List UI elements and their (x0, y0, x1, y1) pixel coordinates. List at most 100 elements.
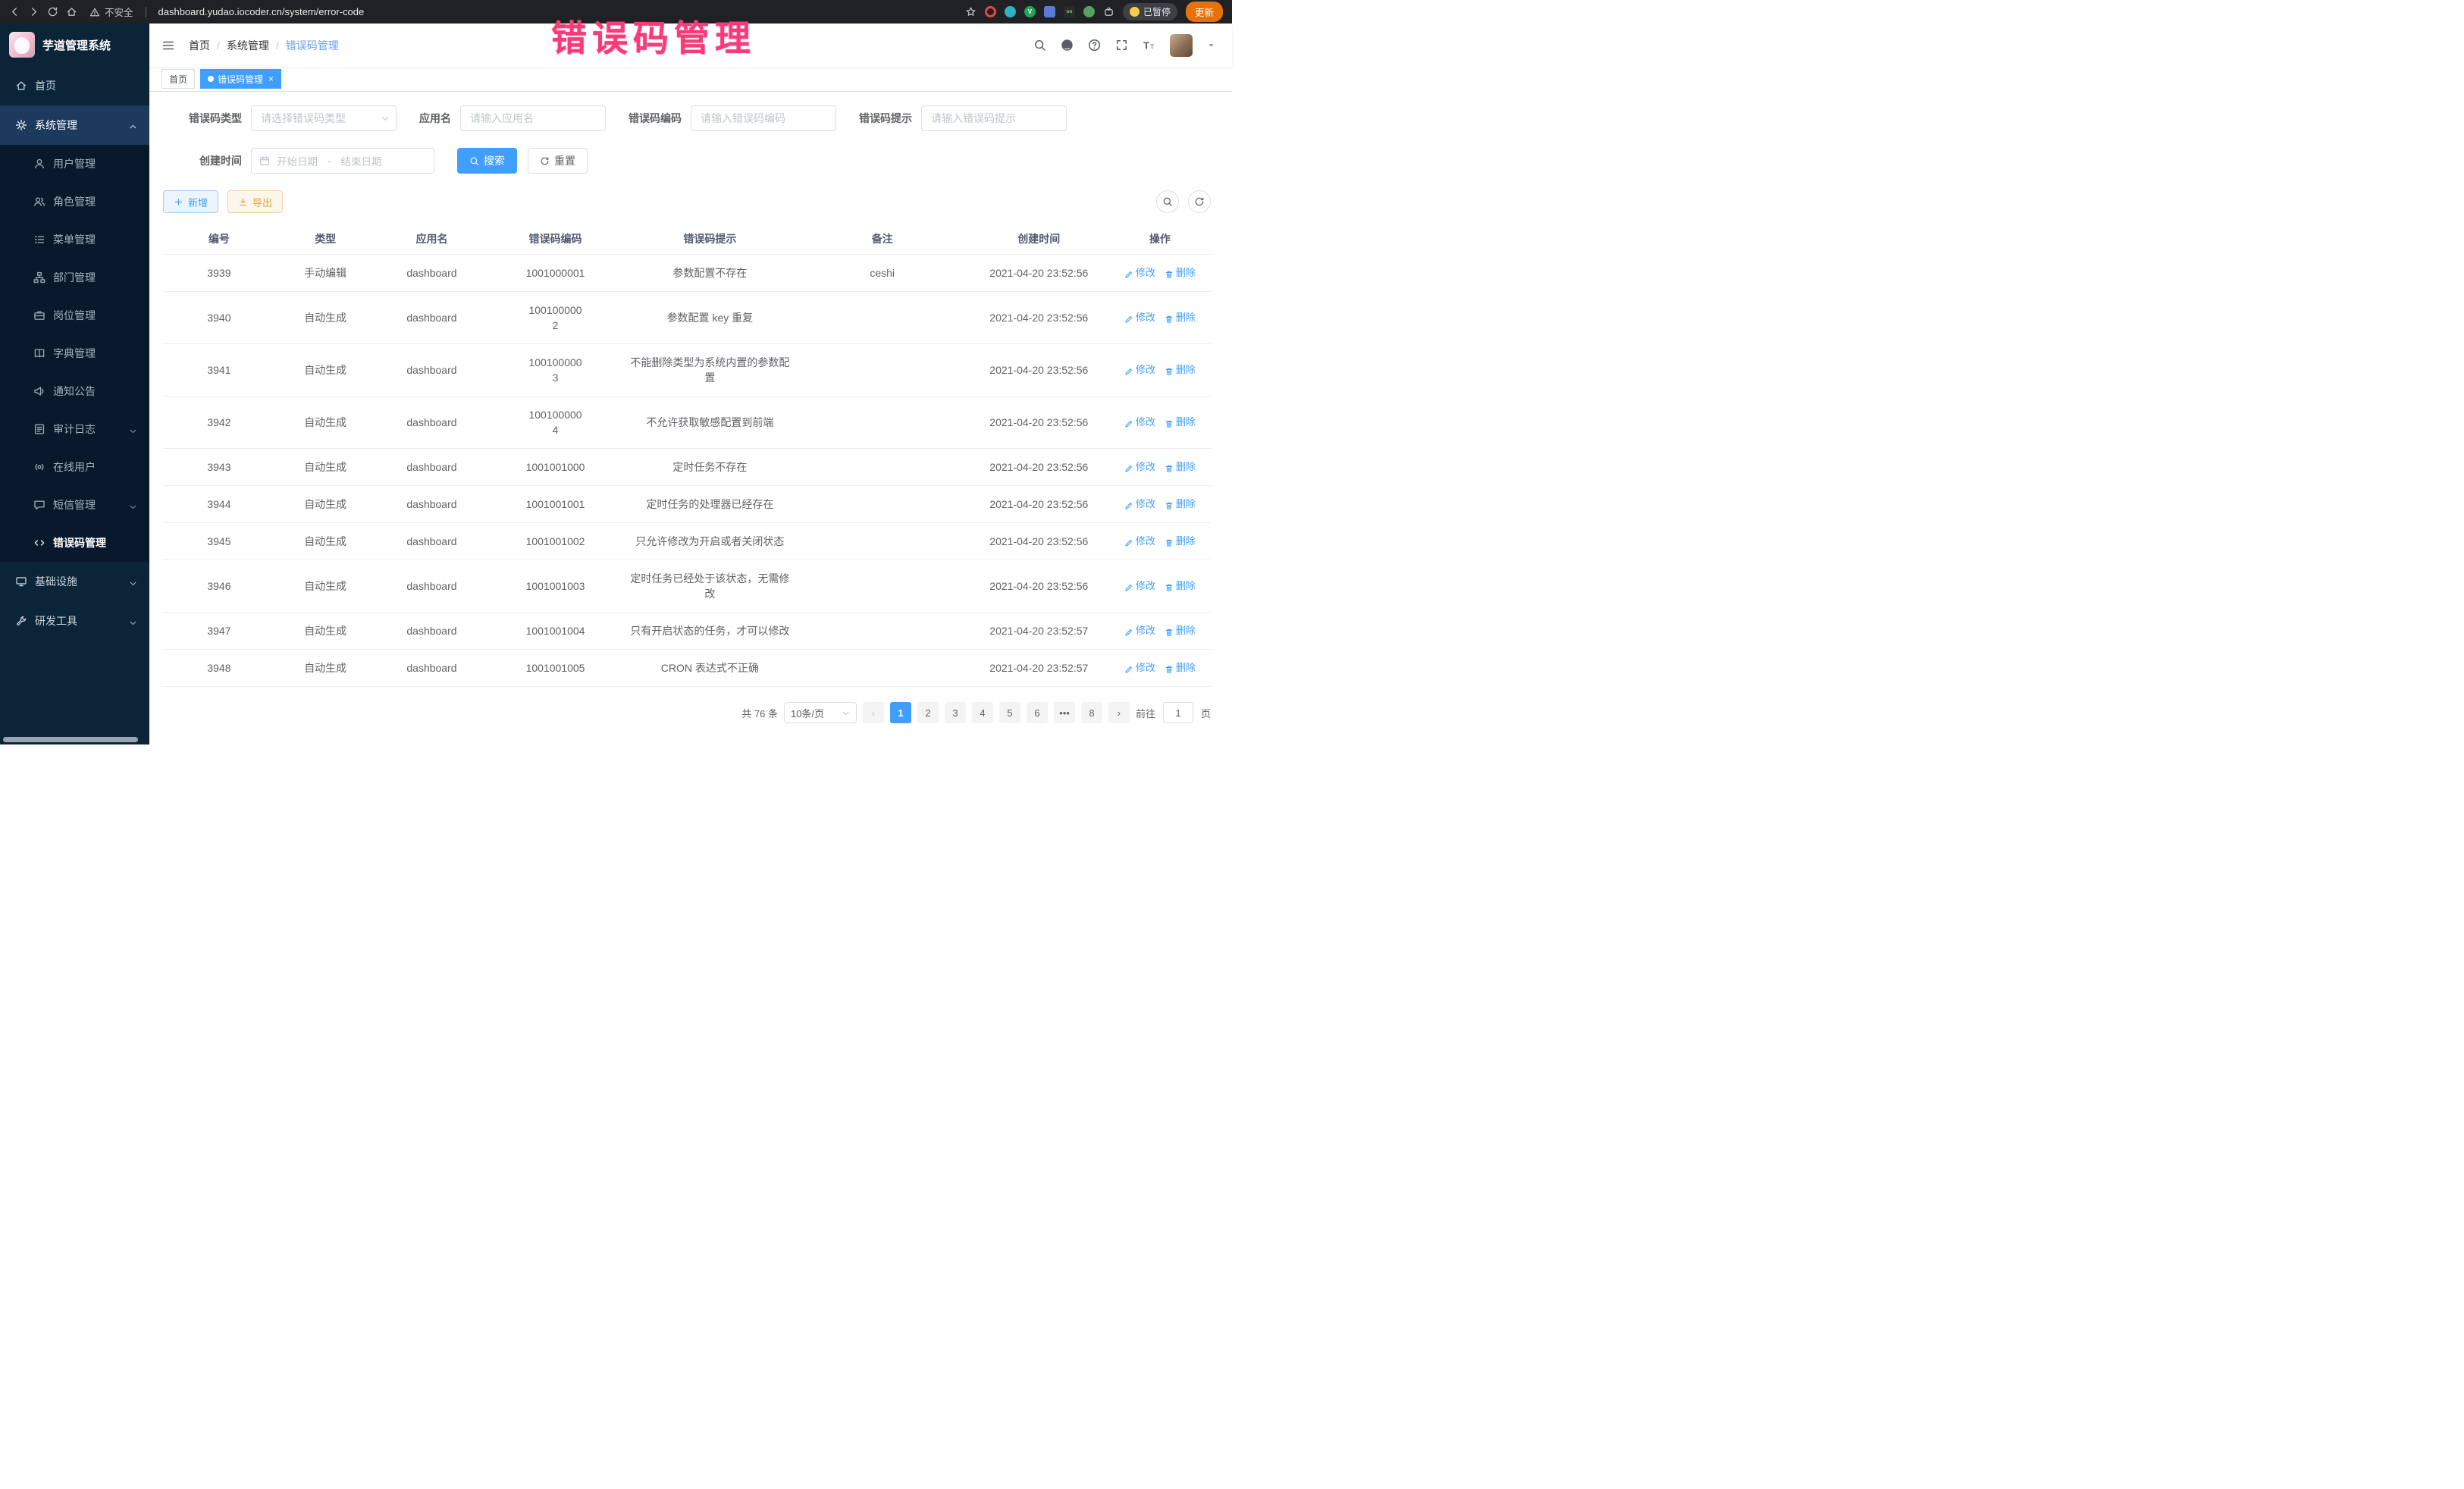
error-type-select[interactable]: 请选择错误码类型 (251, 105, 397, 131)
pager-page-5[interactable]: 5 (999, 702, 1020, 723)
sidebar-item-infra[interactable]: 基础设施 (0, 562, 149, 601)
reset-button[interactable]: 重置 (528, 148, 588, 174)
sidebar-item-dev-tools[interactable]: 研发工具 (0, 601, 149, 641)
fullscreen-icon[interactable] (1115, 39, 1128, 52)
sidebar-item-label: 菜单管理 (53, 232, 96, 247)
edit-link[interactable]: 修改 (1124, 660, 1155, 676)
delete-link[interactable]: 删除 (1165, 623, 1196, 638)
back-icon[interactable] (9, 6, 20, 17)
update-button[interactable]: 更新 (1186, 2, 1223, 22)
trash-icon (1165, 365, 1174, 375)
extension-icon[interactable] (985, 6, 996, 17)
pager-next-button[interactable]: › (1108, 702, 1130, 723)
create-time-label: 创建时间 (163, 153, 242, 168)
edit-link[interactable]: 修改 (1124, 578, 1155, 594)
add-button[interactable]: 新增 (163, 190, 218, 213)
pager-page-1[interactable]: 1 (890, 702, 911, 723)
sidebar-item-system[interactable]: 系统管理 (0, 105, 149, 145)
breadcrumb-home[interactable]: 首页 (189, 38, 210, 53)
search-icon (469, 156, 479, 166)
sidebar-item-online-user[interactable]: 在线用户 (0, 448, 149, 486)
extension-icon[interactable]: on (1064, 6, 1075, 17)
refresh-table-button[interactable] (1188, 190, 1211, 213)
edit-link[interactable]: 修改 (1124, 459, 1155, 475)
error-code-input[interactable] (691, 105, 836, 131)
pager-page-2[interactable]: 2 (917, 702, 939, 723)
topbar-actions: TT (1033, 34, 1215, 57)
delete-link[interactable]: 删除 (1165, 534, 1196, 549)
delete-link[interactable]: 删除 (1165, 660, 1196, 676)
edit-link[interactable]: 修改 (1124, 310, 1155, 325)
pager-page-6[interactable]: 6 (1027, 702, 1048, 723)
pager-more-button[interactable]: ••• (1054, 702, 1075, 723)
page-size-select[interactable]: 10条/页 (784, 702, 857, 723)
search-icon[interactable] (1033, 39, 1046, 52)
sidebar-item-notice[interactable]: 通知公告 (0, 372, 149, 410)
font-size-icon[interactable]: TT (1143, 39, 1155, 52)
error-msg-input[interactable] (921, 105, 1067, 131)
app-name-input[interactable] (460, 105, 606, 131)
edit-link[interactable]: 修改 (1124, 265, 1155, 281)
toggle-search-button[interactable] (1156, 190, 1179, 213)
delete-link[interactable]: 删除 (1165, 415, 1196, 430)
sidebar-item-role[interactable]: 角色管理 (0, 183, 149, 221)
forward-icon[interactable] (28, 6, 39, 17)
pager-page-8[interactable]: 8 (1081, 702, 1102, 723)
user-avatar[interactable] (1170, 34, 1193, 57)
export-button[interactable]: 导出 (227, 190, 283, 213)
sidebar-item-sms[interactable]: 短信管理 (0, 486, 149, 524)
paused-badge[interactable]: 已暂停 (1123, 3, 1177, 20)
close-icon[interactable]: × (268, 74, 274, 83)
bookmark-star-icon[interactable] (965, 6, 977, 17)
table-row: 3944自动生成dashboard1001001001定时任务的处理器已经存在2… (163, 486, 1211, 523)
breadcrumb-system[interactable]: 系统管理 (227, 38, 269, 53)
sidebar-item-error-code[interactable]: 错误码管理 (0, 524, 149, 562)
extension-icon[interactable]: V (1024, 6, 1036, 17)
edit-link[interactable]: 修改 (1124, 497, 1155, 512)
delete-link[interactable]: 删除 (1165, 578, 1196, 594)
reload-icon[interactable] (47, 6, 58, 17)
pencil-icon (1124, 365, 1133, 375)
logo-row[interactable]: 芋道管理系统 (0, 24, 149, 66)
delete-link[interactable]: 删除 (1165, 265, 1196, 281)
cell-actions: 修改删除 (1110, 486, 1209, 522)
sidebar-item-menu[interactable]: 菜单管理 (0, 221, 149, 259)
help-icon[interactable] (1088, 39, 1101, 52)
extension-icon[interactable] (1083, 6, 1095, 17)
sidebar-item-user[interactable]: 用户管理 (0, 145, 149, 183)
sidebar-item-dict[interactable]: 字典管理 (0, 334, 149, 372)
search-button[interactable]: 搜索 (457, 148, 517, 174)
security-chip[interactable]: 不安全 (89, 5, 133, 19)
delete-link[interactable]: 删除 (1165, 362, 1196, 378)
delete-link[interactable]: 删除 (1165, 310, 1196, 325)
edit-link[interactable]: 修改 (1124, 362, 1155, 378)
tab-home[interactable]: 首页 (161, 69, 195, 89)
cell-remark (797, 531, 967, 552)
sidebar-item-audit-log[interactable]: 审计日志 (0, 410, 149, 448)
pager-page-4[interactable]: 4 (972, 702, 993, 723)
browser-home-icon[interactable] (66, 6, 77, 17)
address-url[interactable]: dashboard.yudao.iocoder.cn/system/error-… (158, 6, 365, 17)
pager-prev-button[interactable]: ‹ (863, 702, 884, 723)
extension-icon[interactable] (1044, 6, 1055, 17)
date-range-picker[interactable]: 开始日期 - 结束日期 (251, 148, 434, 174)
sidebar-item-home[interactable]: 首页 (0, 66, 149, 105)
chevron-down-icon (129, 578, 137, 586)
sidebar-scrollbar[interactable] (3, 737, 138, 742)
chevron-down-icon[interactable] (1207, 41, 1215, 49)
delete-link[interactable]: 删除 (1165, 497, 1196, 512)
sidebar-item-post[interactable]: 岗位管理 (0, 296, 149, 334)
edit-link[interactable]: 修改 (1124, 623, 1155, 638)
extension-icon[interactable] (1005, 6, 1016, 17)
edit-link[interactable]: 修改 (1124, 534, 1155, 549)
pager-page-3[interactable]: 3 (945, 702, 966, 723)
tab-error-code[interactable]: 错误码管理 × (200, 69, 281, 89)
sidebar-item-dept[interactable]: 部门管理 (0, 259, 149, 296)
cell-actions: 修改删除 (1110, 449, 1209, 485)
edit-link[interactable]: 修改 (1124, 415, 1155, 430)
goto-page-input[interactable] (1163, 702, 1193, 723)
puzzle-icon[interactable] (1103, 6, 1114, 17)
hamburger-icon[interactable] (161, 39, 175, 52)
delete-link[interactable]: 删除 (1165, 459, 1196, 475)
github-icon[interactable] (1061, 39, 1074, 52)
